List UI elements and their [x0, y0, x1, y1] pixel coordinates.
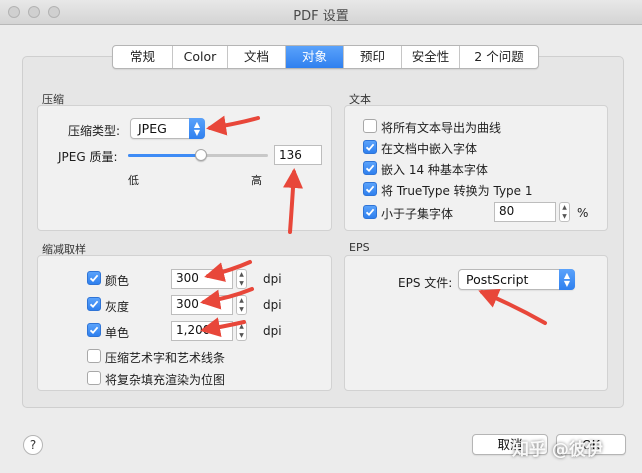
arrow-to-compression-type: [206, 115, 260, 136]
annotation-arrows: [200, 115, 547, 337]
arrow-to-eps-file: [478, 289, 547, 325]
arrow-to-jpeg-quality: [283, 168, 304, 234]
arrow-to-gray-dpi: [200, 287, 254, 310]
arrow-to-color-dpi: [204, 260, 252, 282]
arrow-to-mono-dpi: [200, 317, 246, 337]
